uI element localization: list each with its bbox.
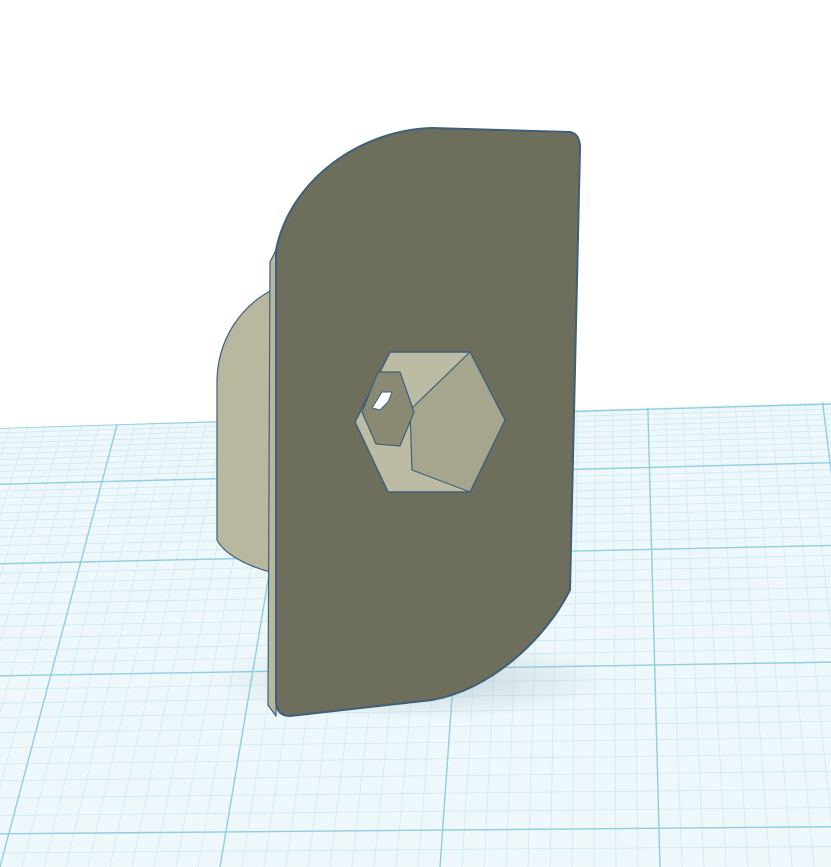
object-plate-edge[interactable] <box>267 249 277 717</box>
scene-canvas[interactable] <box>0 0 831 867</box>
object-back-boss[interactable] <box>216 287 277 573</box>
3d-object-bracket[interactable] <box>216 127 581 717</box>
3d-viewport[interactable] <box>0 0 831 867</box>
